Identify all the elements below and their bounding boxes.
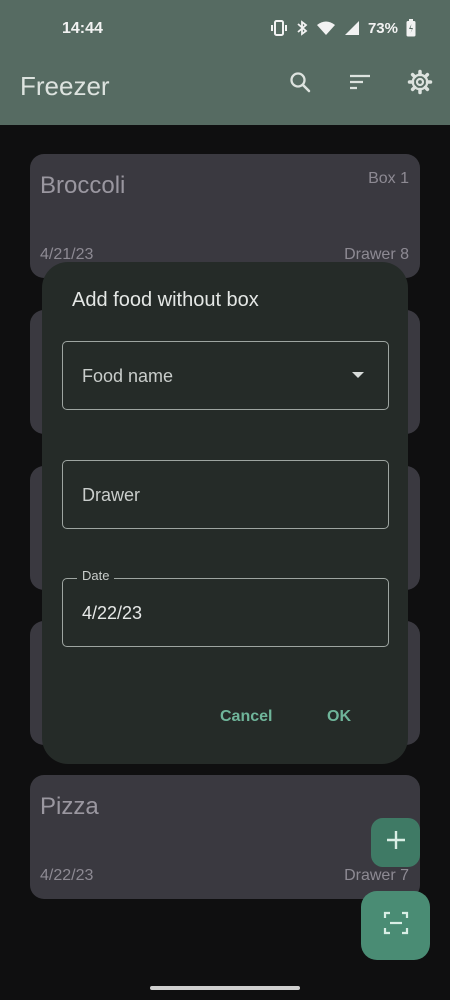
ok-button[interactable]: OK [327, 708, 351, 726]
gesture-nav-handle[interactable] [150, 986, 300, 990]
food-date: 4/22/23 [40, 867, 94, 884]
settings-button[interactable] [406, 69, 434, 100]
search-button[interactable] [286, 70, 314, 98]
vibrate-icon [270, 20, 288, 36]
date-value: 4/22/23 [82, 603, 143, 623]
food-name-dropdown[interactable]: Food name [62, 341, 389, 410]
scan-icon [382, 909, 410, 942]
food-drawer: Drawer 7 [344, 867, 409, 884]
food-name: Pizza [40, 793, 99, 820]
food-name-placeholder: Food name [82, 366, 174, 386]
date-field[interactable]: Date 4/22/23 [62, 568, 389, 647]
app-title: Freezer [20, 71, 110, 101]
sort-icon [348, 70, 372, 99]
scan-button[interactable] [361, 891, 430, 960]
bluetooth-icon [296, 20, 308, 36]
food-card[interactable]: Broccoli Box 1 4/21/23 Drawer 8 [30, 154, 420, 278]
wifi-icon [316, 20, 336, 36]
food-card[interactable]: Pizza 4/22/23 Drawer 7 [30, 775, 420, 899]
food-box: Box 1 [368, 170, 409, 187]
food-name: Broccoli [40, 172, 126, 199]
drawer-field[interactable]: Drawer [62, 460, 389, 529]
battery-icon [406, 19, 416, 37]
settings-icon [407, 69, 433, 100]
dropdown-arrow-icon [352, 372, 364, 378]
app-bar: Freezer [0, 58, 450, 125]
status-time: 14:44 [62, 20, 103, 37]
signal-icon [344, 20, 360, 36]
add-icon [385, 829, 407, 856]
status-icons: 73% [270, 19, 416, 37]
dialog-title: Add food without box [72, 289, 259, 311]
sort-button[interactable] [346, 70, 374, 98]
drawer-placeholder: Drawer [82, 485, 141, 505]
search-icon [288, 70, 312, 99]
add-food-button[interactable] [371, 818, 420, 867]
battery-level: 73% [367, 19, 398, 37]
cancel-button[interactable]: Cancel [220, 708, 272, 726]
add-food-dialog: Add food without box Food name Drawer Da… [42, 262, 408, 764]
status-bar: 14:44 73% [0, 0, 450, 58]
date-label: Date [77, 568, 115, 583]
